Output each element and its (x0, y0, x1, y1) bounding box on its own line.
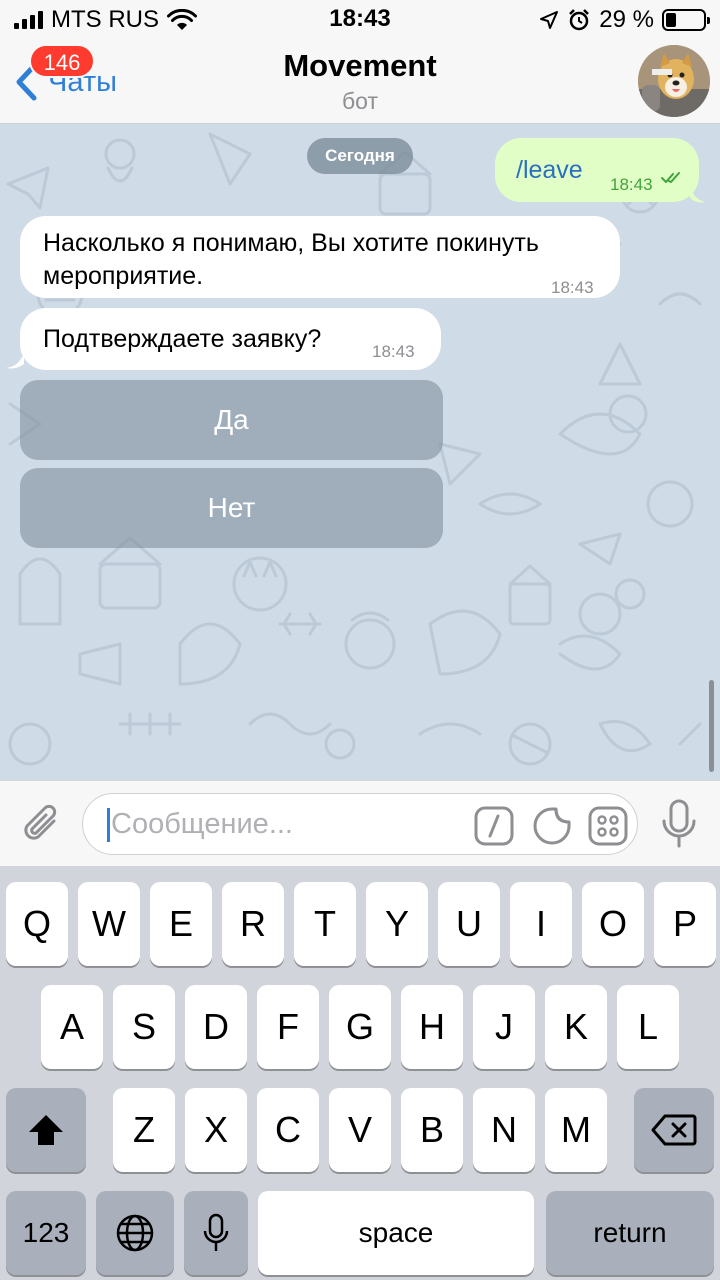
key-o[interactable]: O (582, 882, 644, 966)
battery-percentage: 29 % (599, 6, 654, 33)
key-f[interactable]: F (257, 985, 319, 1069)
bubble-tail-outgoing (690, 186, 706, 203)
key-z[interactable]: Z (113, 1088, 175, 1172)
keyboard: Q W E R T Y U I O P A S D F G H J K L Z … (0, 866, 720, 1280)
message-time: 18:43 (551, 278, 594, 297)
message-time: 18:43 (610, 175, 653, 194)
key-b[interactable]: B (401, 1088, 463, 1172)
message-input[interactable]: Сообщение... (82, 793, 638, 855)
sticker-icon[interactable] (532, 806, 572, 846)
globe-icon (116, 1214, 154, 1252)
key-q[interactable]: Q (6, 882, 68, 966)
key-u[interactable]: U (438, 882, 500, 966)
message-text-line-2[interactable]: мероприятие. (43, 260, 203, 293)
key-l[interactable]: L (617, 985, 679, 1069)
key-x[interactable]: X (185, 1088, 247, 1172)
key-y[interactable]: Y (366, 882, 428, 966)
status-bar: MTS RUS 18:43 29 % (0, 0, 720, 40)
message-text-line-1[interactable]: Насколько я понимаю, Вы хотите покинуть (43, 227, 539, 260)
backspace-icon (651, 1114, 697, 1146)
text-caret (107, 808, 110, 842)
dog-avatar-image (638, 45, 710, 117)
message-input-placeholder: Сообщение... (111, 808, 293, 840)
dictation-key[interactable] (184, 1191, 248, 1275)
key-e[interactable]: E (150, 882, 212, 966)
key-i[interactable]: I (510, 882, 572, 966)
status-right: 29 % (539, 6, 710, 34)
chat-title[interactable]: Movement (0, 48, 720, 84)
location-arrow-icon (540, 11, 559, 29)
shift-key[interactable] (6, 1088, 86, 1172)
scrollbar[interactable] (709, 680, 714, 772)
key-s[interactable]: S (113, 985, 175, 1069)
battery-icon (662, 9, 710, 31)
message-time: 18:43 (372, 342, 415, 361)
paperclip-icon[interactable] (20, 801, 64, 847)
key-g[interactable]: G (329, 985, 391, 1069)
inline-button-yes[interactable]: Да (20, 380, 443, 460)
emoji-grid-icon[interactable] (588, 806, 628, 846)
shift-arrow-icon (29, 1115, 63, 1145)
key-m[interactable]: M (545, 1088, 607, 1172)
alarm-clock-icon (569, 9, 590, 31)
key-r[interactable]: R (222, 882, 284, 966)
key-k[interactable]: K (545, 985, 607, 1069)
key-c[interactable]: C (257, 1088, 319, 1172)
return-key[interactable]: return (546, 1191, 714, 1275)
chat-avatar[interactable] (638, 45, 710, 117)
inline-button-no[interactable]: Нет (20, 468, 443, 548)
message-text[interactable]: Подтверждаете заявку? (43, 323, 321, 356)
bubble-tail-incoming (6, 352, 24, 369)
message-text[interactable]: /leave (516, 154, 583, 187)
message-input-bar: Сообщение... (0, 780, 720, 866)
key-a[interactable]: A (41, 985, 103, 1069)
message-bubble-incoming[interactable]: Насколько я понимаю, Вы хотите покинуть … (20, 216, 620, 298)
key-n[interactable]: N (473, 1088, 535, 1172)
chat-subtitle: бот (342, 88, 378, 114)
date-separator: Сегодня (307, 138, 413, 174)
battery-level (666, 13, 677, 27)
dictation-microphone-icon (203, 1213, 229, 1251)
slash-command-icon[interactable] (474, 806, 514, 846)
microphone-icon[interactable] (660, 799, 698, 849)
message-bubble-outgoing[interactable]: /leave 18:43 (495, 138, 699, 202)
key-p[interactable]: P (654, 882, 716, 966)
delete-key[interactable] (634, 1088, 714, 1172)
key-j[interactable]: J (473, 985, 535, 1069)
chat-area[interactable]: Сегодня /leave 18:43 Насколько я понимаю… (0, 124, 720, 780)
key-v[interactable]: V (329, 1088, 391, 1172)
double-check-icon (661, 172, 680, 183)
globe-key[interactable] (96, 1191, 174, 1275)
key-w[interactable]: W (78, 882, 140, 966)
space-key[interactable]: space (258, 1191, 534, 1275)
key-d[interactable]: D (185, 985, 247, 1069)
message-bubble-incoming[interactable]: Подтверждаете заявку? 18:43 (20, 308, 441, 370)
key-t[interactable]: T (294, 882, 356, 966)
key-h[interactable]: H (401, 985, 463, 1069)
chat-header: Чаты 146 Movement бот (0, 40, 720, 124)
numbers-key[interactable]: 123 (6, 1191, 86, 1275)
